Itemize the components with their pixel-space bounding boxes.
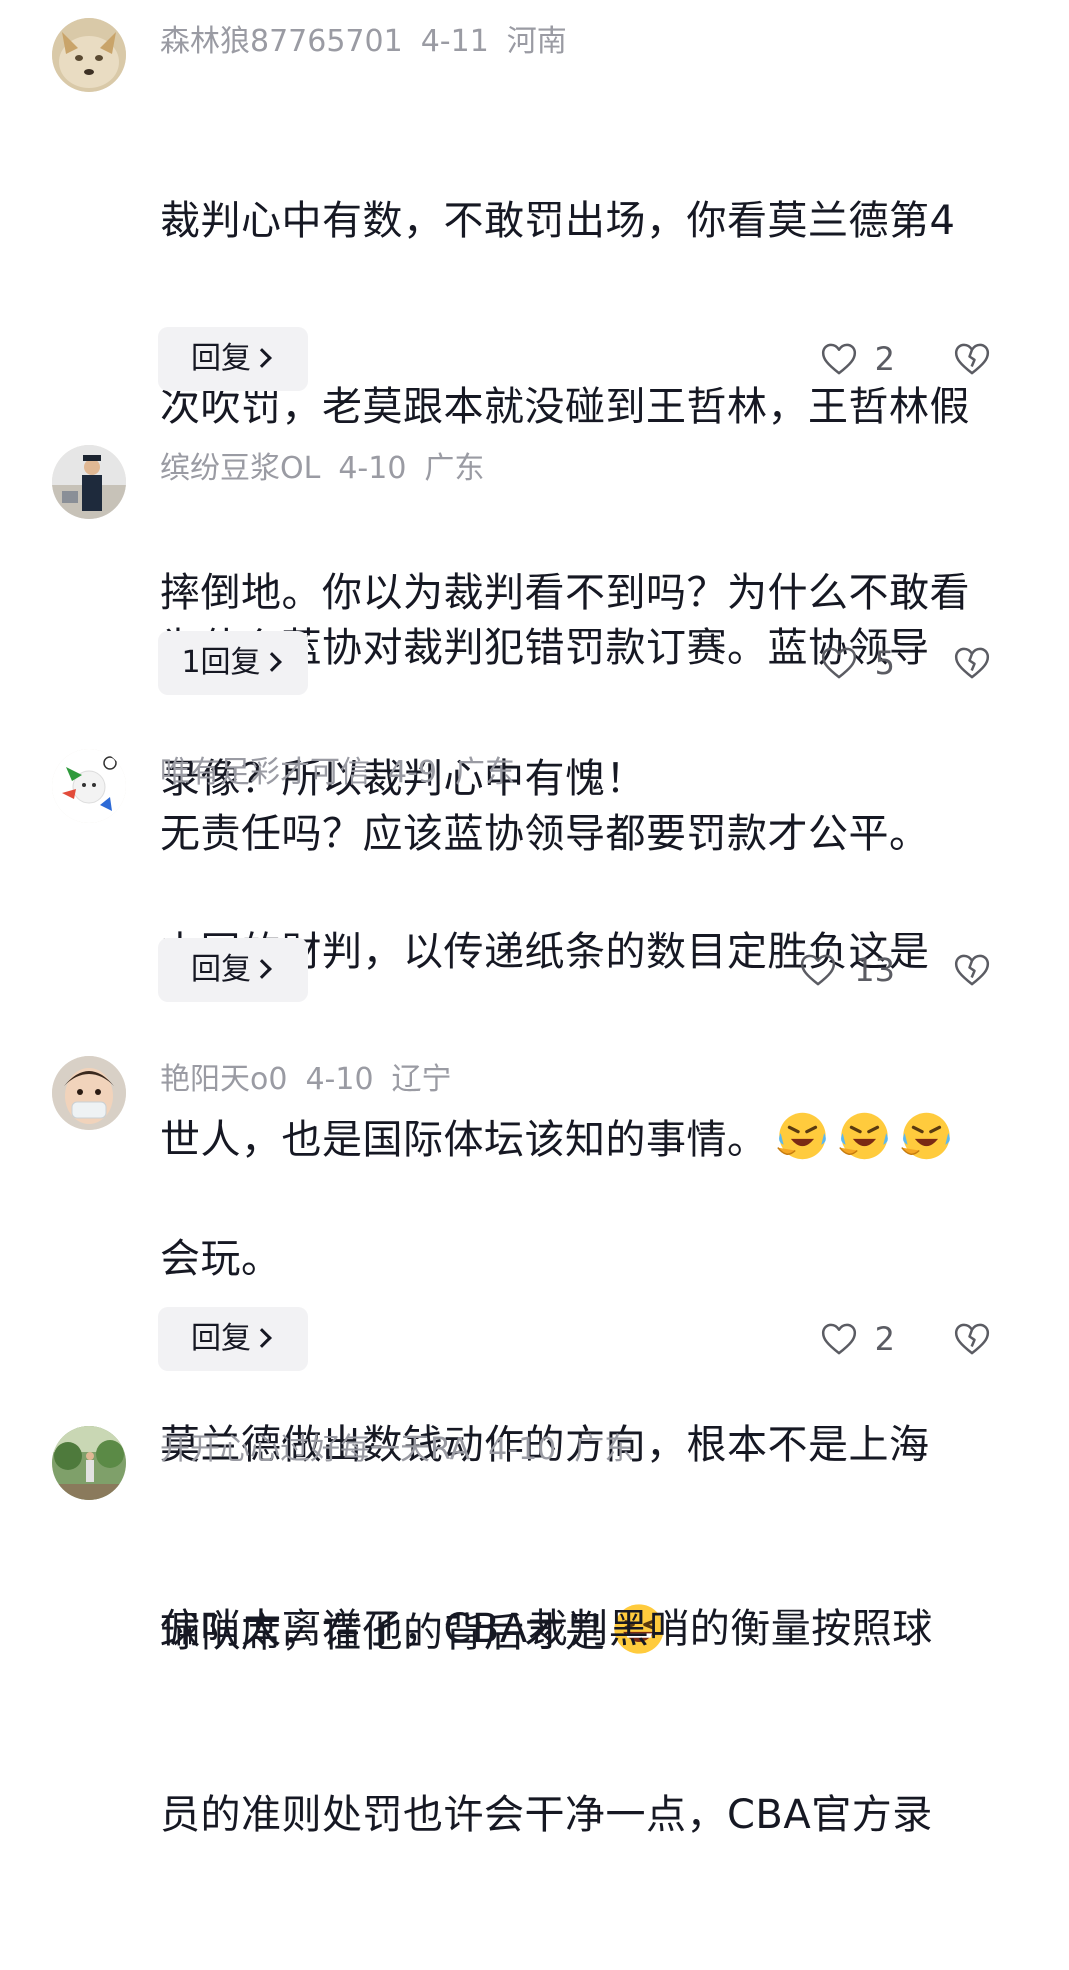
comment-location: 广东	[424, 451, 485, 486]
username[interactable]: 开开心心过好每一天RA	[160, 1432, 470, 1467]
avatar[interactable]	[52, 1056, 126, 1130]
comment-location: 河南	[506, 24, 567, 59]
comment-meta: 缤纷豆浆OL 4-10 广东	[160, 449, 502, 489]
heart-outline-icon	[821, 647, 856, 679]
comment-meta: 艳阳天o0 4-10 辽宁	[160, 1060, 470, 1100]
comment-text-line: 偏哨太离谱了，CBA裁判黑哨的衡量按照球	[160, 1606, 933, 1652]
reply-button[interactable]: 回复	[158, 327, 308, 391]
chevron-right-icon	[252, 959, 272, 979]
comment-location: 广东	[455, 755, 515, 790]
comment-location: 辽宁	[391, 1062, 452, 1097]
avatar[interactable]	[52, 1426, 126, 1500]
comment-text-line: 员的准则处罚也许会干净一点，CBA官方录	[160, 1792, 933, 1838]
like-button[interactable]: 2	[819, 327, 895, 391]
like-count: 2	[874, 1320, 895, 1358]
comment-meta: 森林狼87765701 4-11 河南	[160, 22, 585, 62]
broken-heart-icon	[954, 1323, 990, 1355]
avatar[interactable]	[52, 749, 126, 823]
like-button[interactable]: 5	[819, 631, 895, 695]
like-count: 5	[874, 644, 895, 682]
comment-text: 偏哨太离谱了，CBA裁判黑哨的衡量按照球 员的准则处罚也许会干净一点，CBA官方…	[160, 1474, 1020, 1970]
comment-meta: 唯有足彩才可信 4-9 广东	[160, 753, 533, 793]
reply-label: 1回复	[181, 645, 261, 680]
like-button[interactable]: 13	[798, 938, 895, 1002]
comment-meta: 开开心心过好每一天RA 4-10 广东	[160, 1430, 652, 1470]
comment-text-line: 裁判心中有数，不敢罚出场，你看莫兰德第4	[160, 198, 956, 244]
heart-outline-icon	[821, 1323, 856, 1355]
comment-date: 4-9	[388, 755, 437, 790]
username[interactable]: 艳阳天o0	[160, 1062, 287, 1097]
dislike-button[interactable]	[952, 938, 994, 1002]
cartoon-avatar-image	[52, 749, 126, 823]
reply-button[interactable]: 回复	[158, 938, 308, 1002]
chevron-right-icon	[252, 1328, 272, 1348]
username[interactable]: 森林狼87765701	[160, 24, 403, 59]
avatar[interactable]	[52, 18, 126, 92]
reply-button[interactable]: 回复	[158, 1307, 308, 1371]
comment-date: 4-11	[420, 24, 489, 59]
dislike-button[interactable]	[952, 1307, 994, 1371]
child-avatar-image	[52, 1056, 126, 1130]
chevron-right-icon	[261, 652, 282, 672]
comment-date: 4-10	[488, 1432, 557, 1467]
broken-heart-icon	[954, 647, 990, 679]
like-button[interactable]: 2	[819, 1307, 895, 1371]
person-avatar-image	[52, 445, 126, 519]
heart-outline-icon	[821, 343, 856, 375]
username[interactable]: 唯有足彩才可信	[160, 755, 370, 790]
reply-button[interactable]: 1回复	[158, 631, 308, 695]
chevron-right-icon	[252, 348, 272, 368]
comment-date: 4-10	[338, 451, 407, 486]
reply-label: 回复	[191, 952, 251, 987]
outdoor-avatar-image	[52, 1426, 126, 1500]
like-count: 2	[874, 340, 895, 378]
comment-text-line: 会玩。	[160, 1236, 282, 1282]
comment-location: 广东	[574, 1432, 635, 1467]
broken-heart-icon	[954, 954, 990, 986]
dislike-button[interactable]	[952, 631, 994, 695]
like-count: 13	[854, 951, 895, 989]
reply-label: 回复	[191, 341, 251, 376]
username[interactable]: 缤纷豆浆OL	[160, 451, 320, 486]
comment-date: 4-10	[305, 1062, 374, 1097]
fox-avatar-image	[52, 18, 126, 92]
heart-outline-icon	[801, 954, 836, 986]
avatar[interactable]	[52, 445, 126, 519]
reply-label: 回复	[191, 1321, 251, 1356]
dislike-button[interactable]	[952, 327, 994, 391]
broken-heart-icon	[954, 343, 990, 375]
